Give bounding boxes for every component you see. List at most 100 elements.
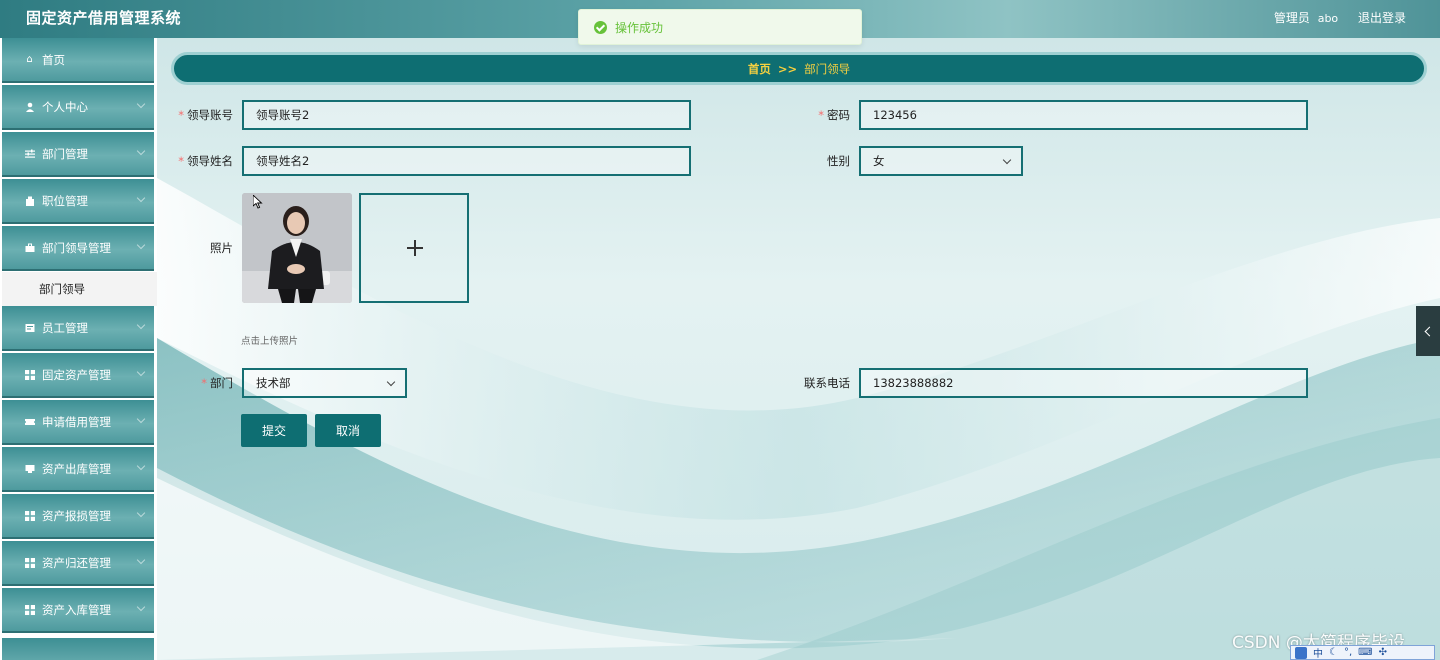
name-label-text: 领导姓名 bbox=[187, 154, 233, 168]
sidebar-item-label: 申请借用管理 bbox=[42, 414, 111, 429]
chevron-down-icon bbox=[136, 461, 146, 471]
chevron-down-icon bbox=[136, 193, 146, 203]
moon-icon: ☾ bbox=[1329, 647, 1338, 658]
sidebar-item-home[interactable]: ⌂ 首页 bbox=[2, 38, 154, 83]
sidebar-item-label: 资产入库管理 bbox=[42, 602, 111, 617]
submenu-item-label: 部门领导 bbox=[39, 282, 85, 296]
id-card-icon bbox=[24, 322, 35, 333]
chevron-left-icon bbox=[1424, 326, 1435, 336]
chevron-down-icon bbox=[136, 508, 146, 518]
password-label-text: 密码 bbox=[827, 108, 850, 122]
sidebar-item-label: 部门领导管理 bbox=[42, 240, 111, 255]
upload-hint: 点击上传照片 bbox=[241, 336, 299, 347]
chevron-down-icon bbox=[136, 367, 146, 377]
chevron-down-icon bbox=[136, 99, 146, 109]
sidebar-item-asset-return[interactable]: 资产归还管理 bbox=[2, 541, 154, 586]
phone-input[interactable]: 13823888882 bbox=[859, 368, 1308, 398]
account-label-text: 领导账号 bbox=[187, 108, 233, 122]
sidebar-item-employee[interactable]: 员工管理 bbox=[2, 306, 154, 351]
department-label-text: 部门 bbox=[210, 376, 233, 390]
account-label: * 领导账号 bbox=[167, 100, 233, 130]
box-icon bbox=[24, 463, 35, 474]
required-mark: * bbox=[178, 154, 184, 168]
chevron-down-icon bbox=[136, 146, 146, 156]
name-input[interactable]: 领导姓名2 bbox=[242, 146, 691, 176]
sidebar-item-borrow-request[interactable]: 申请借用管理 bbox=[2, 400, 154, 445]
sidebar-item-profile[interactable]: 个人中心 bbox=[2, 85, 154, 130]
breadcrumb: 首页 >> 部门领导 bbox=[171, 52, 1427, 85]
leader-photo[interactable] bbox=[242, 193, 352, 303]
sidebar-item-label: 个人中心 bbox=[42, 99, 88, 114]
success-check-icon bbox=[594, 20, 607, 34]
toast-message: 操作成功 bbox=[615, 20, 664, 35]
account-input[interactable]: 领导账号2 bbox=[242, 100, 691, 130]
app-title: 固定资产借用管理系统 bbox=[26, 9, 182, 27]
chevron-down-icon bbox=[136, 320, 146, 330]
chevron-down-icon bbox=[136, 555, 146, 565]
sidebar-item-label: 首页 bbox=[42, 52, 65, 67]
grid-icon bbox=[24, 557, 35, 568]
user-icon bbox=[24, 101, 35, 112]
sidebar: ⌂ 首页 个人中心 部门管理 职位管理 部门领导管理 部门领导 员工管理 固定资… bbox=[0, 38, 157, 660]
sidebar-item-label: 固定资产管理 bbox=[42, 367, 111, 382]
department-select-value: 技术部 bbox=[256, 376, 291, 390]
user-name: abo bbox=[1317, 12, 1339, 25]
password-input[interactable]: 123456 bbox=[859, 100, 1308, 130]
keyboard-icon: ⌨ bbox=[1358, 647, 1373, 658]
ime-toolbar[interactable]: 中 ☾ °, ⌨ ✣ bbox=[1290, 645, 1435, 660]
chevron-down-icon bbox=[136, 602, 146, 612]
upload-photo-button[interactable] bbox=[359, 193, 469, 303]
department-select[interactable]: 技术部 bbox=[242, 368, 407, 398]
chevron-down-icon bbox=[1002, 155, 1012, 165]
phone-label: 联系电话 bbox=[804, 376, 850, 390]
sidebar-item-asset-inbound[interactable]: 资产入库管理 bbox=[2, 588, 154, 633]
ime-logo-icon bbox=[1295, 646, 1307, 659]
sidebar-item-asset-outbound[interactable]: 资产出库管理 bbox=[2, 447, 154, 492]
gender-label: 性别 bbox=[827, 154, 850, 168]
logout-link[interactable]: 退出登录 bbox=[1358, 11, 1406, 25]
grid-icon bbox=[24, 604, 35, 615]
sidebar-item-leader-manage[interactable]: 部门领导管理 bbox=[2, 226, 154, 271]
submenu-item-department-leader[interactable]: 部门领导 bbox=[2, 272, 157, 306]
required-mark: * bbox=[178, 108, 184, 122]
plus-icon-vertical bbox=[414, 240, 416, 256]
sidebar-item-fixed-asset[interactable]: 固定资产管理 bbox=[2, 353, 154, 398]
cancel-button[interactable]: 取消 bbox=[315, 414, 381, 447]
sliders-icon bbox=[24, 148, 35, 159]
submit-button[interactable]: 提交 bbox=[241, 414, 307, 447]
silk-background bbox=[157, 178, 1440, 660]
sidebar-item-label: 资产归还管理 bbox=[42, 555, 111, 570]
sidebar-item-position[interactable]: 职位管理 bbox=[2, 179, 154, 224]
sidebar-item-department[interactable]: 部门管理 bbox=[2, 132, 154, 177]
gender-select[interactable]: 女 bbox=[859, 146, 1023, 176]
mouse-cursor-icon bbox=[253, 195, 263, 209]
collapse-panel-button[interactable] bbox=[1416, 306, 1440, 356]
grid-icon bbox=[24, 510, 35, 521]
settings-icon: ✣ bbox=[1378, 647, 1387, 658]
chevron-down-icon bbox=[136, 414, 146, 424]
briefcase-icon bbox=[24, 242, 35, 253]
photo-label: 照片 bbox=[210, 241, 233, 255]
breadcrumb-home[interactable]: 首页 bbox=[748, 61, 771, 77]
breadcrumb-separator: >> bbox=[777, 61, 798, 76]
sidebar-bottom-strip bbox=[2, 638, 154, 660]
building-icon bbox=[24, 195, 35, 206]
sidebar-item-label: 职位管理 bbox=[42, 193, 88, 208]
main-content: 首页 >> 部门领导 * 领导账号 领导账号2 * 密码 123456 * 领导姓名 … bbox=[157, 38, 1440, 660]
chevron-down-icon bbox=[136, 240, 146, 250]
sidebar-item-label: 部门管理 bbox=[42, 146, 88, 161]
grid-icon bbox=[24, 369, 35, 380]
required-mark: * bbox=[201, 376, 207, 390]
home-icon: ⌂ bbox=[26, 54, 33, 65]
required-mark: * bbox=[818, 108, 824, 122]
sidebar-item-label: 资产报损管理 bbox=[42, 508, 111, 523]
ticket-icon bbox=[24, 416, 35, 427]
user-area: 管理员 abo 退出登录 bbox=[1274, 9, 1406, 26]
user-role: 管理员 bbox=[1273, 11, 1310, 25]
sidebar-item-asset-damage[interactable]: 资产报损管理 bbox=[2, 494, 154, 539]
sidebar-item-label: 员工管理 bbox=[42, 320, 88, 335]
gender-select-value: 女 bbox=[873, 154, 885, 168]
chevron-down-icon bbox=[386, 377, 396, 387]
name-label: * 领导姓名 bbox=[167, 146, 233, 176]
sidebar-item-label: 资产出库管理 bbox=[42, 461, 111, 476]
